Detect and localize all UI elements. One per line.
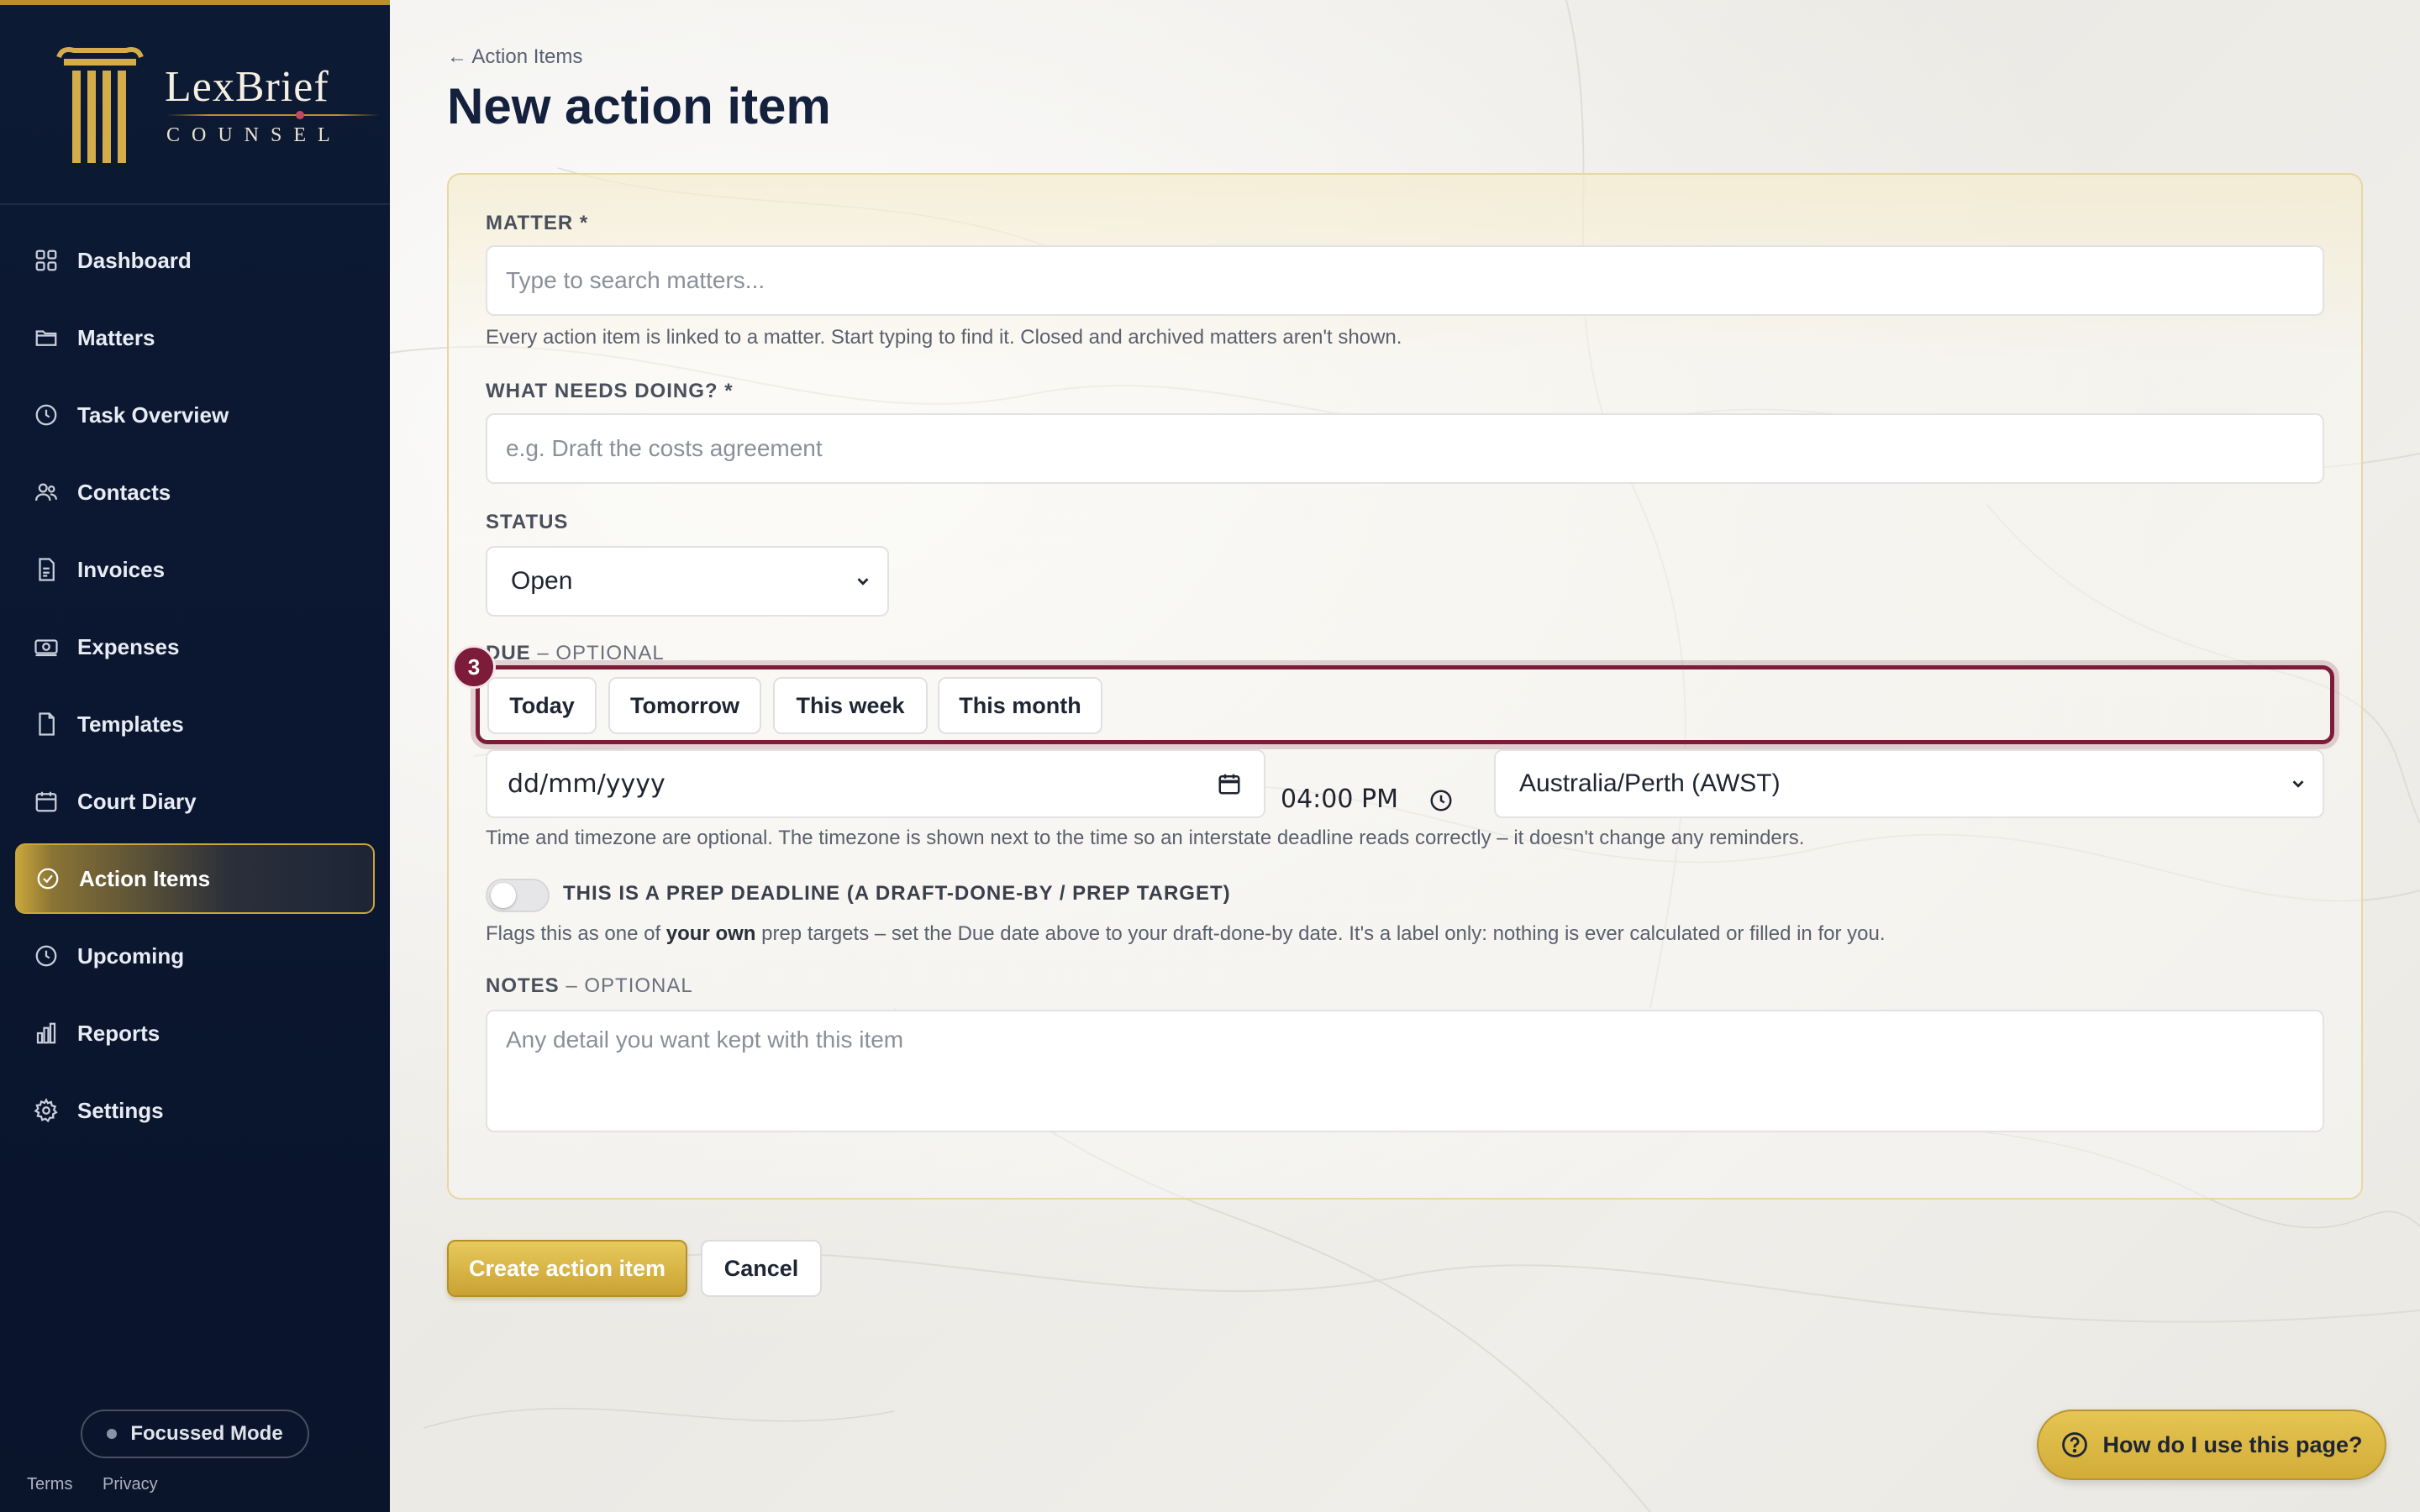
brand-dot [296,111,304,119]
quick-pick-this-month[interactable]: This month [938,677,1102,734]
pillar-logo-icon [56,47,144,163]
sidebar-item-label: Court Diary [77,788,197,814]
brand-subtitle: COUNSEL [166,124,342,146]
create-action-item-button[interactable]: Create action item [447,1240,687,1297]
quick-pick-today[interactable]: Today [487,677,597,734]
prep-deadline-toggle[interactable] [486,879,550,912]
task-label: WHAT NEEDS DOING? * [486,380,734,402]
brand-name: LexBrief [165,63,329,111]
sidebar-item-action-items[interactable]: Action Items [15,843,375,914]
sidebar-item-label: Dashboard [77,247,192,273]
focus-mode-toggle[interactable]: Focussed Mode [81,1410,309,1458]
brand-rule [166,114,380,116]
clock-icon [35,404,57,426]
sidebar-item-label: Settings [77,1097,164,1123]
chevron-down-icon [2292,780,2304,788]
page-title: New action item [447,78,831,134]
cancel-button[interactable]: Cancel [701,1240,822,1297]
sidebar: LexBrief COUNSEL Dashboard Matters Task … [0,0,390,1512]
brand-logo-block[interactable]: LexBrief COUNSEL [54,42,380,176]
sidebar-item-label: Action Items [79,865,211,891]
privacy-link[interactable]: Privacy [103,1475,158,1494]
timezone-value: Australia/Perth (AWST) [1519,769,1781,797]
calendar-icon [1218,774,1240,795]
status-select[interactable]: Open [486,546,889,617]
notes-label: NOTES – OPTIONAL [486,974,693,998]
quick-pick-this-week[interactable]: This week [773,677,928,734]
matter-search-input[interactable]: Type to search matters... [486,245,2324,316]
question-circle-icon [2062,1432,2088,1457]
sidebar-item-dashboard[interactable]: Dashboard [15,225,375,296]
prep-deadline-label: THIS IS A PREP DEADLINE (A DRAFT-DONE-BY… [563,882,1231,905]
matter-help-text: Every action item is linked to a matter.… [486,326,1402,349]
sidebar-item-label: Expenses [77,633,180,659]
focus-mode-label: Focussed Mode [130,1422,283,1445]
status-value: Open [511,567,573,595]
sidebar-nav: Dashboard Matters Task Overview Contacts… [15,225,375,1152]
due-time-input[interactable]: 04:00 PM [1281,785,1398,814]
clock-icon [35,945,57,967]
status-label: STATUS [486,511,569,533]
sidebar-item-settings[interactable]: Settings [15,1075,375,1146]
gear-icon [34,1098,58,1123]
notes-label-text: NOTES [486,974,560,997]
due-label: DUE – OPTIONAL [486,642,665,665]
help-button[interactable]: How do I use this page? [2037,1410,2386,1480]
banknote-icon [34,639,58,657]
sidebar-item-label: Invoices [77,556,166,582]
clock-icon[interactable] [1428,788,1454,813]
task-input[interactable]: e.g. Draft the costs agreement [486,413,2324,484]
sidebar-item-matters[interactable]: Matters [15,302,375,373]
sidebar-item-label: Upcoming [77,942,185,969]
notes-optional-text: – OPTIONAL [566,974,693,997]
prep-help-post: prep targets – set the Due date above to… [755,922,1886,945]
sidebar-item-label: Contacts [77,479,171,505]
date-placeholder: dd/mm/yyyy [508,769,666,799]
bar-chart-icon [36,1022,56,1044]
check-circle-icon [37,868,59,890]
sidebar-item-label: Templates [77,711,184,737]
sidebar-item-invoices[interactable]: Invoices [15,534,375,605]
prep-help-text: Flags this as one of your own prep targe… [486,922,1886,946]
breadcrumb[interactable]: ← Action Items [447,45,582,69]
users-icon [35,483,57,501]
task-placeholder: e.g. Draft the costs agreement [506,435,823,461]
terms-link[interactable]: Terms [27,1475,72,1494]
prep-help-bold: your own [666,922,756,945]
sidebar-item-label: Task Overview [77,402,229,428]
sidebar-item-label: Reports [77,1020,160,1046]
sidebar-item-label: Matters [77,324,155,350]
toggle-knob [491,883,516,908]
sidebar-item-expenses[interactable]: Expenses [15,612,375,682]
due-help-text: Time and timezone are optional. The time… [486,827,1805,849]
calendar-icon [35,791,57,812]
sidebar-item-court-diary[interactable]: Court Diary [15,766,375,837]
timezone-select[interactable]: Australia/Perth (AWST) [1494,749,2324,818]
folder-icon [35,330,57,346]
status-dot-icon [107,1429,118,1439]
sidebar-item-reports[interactable]: Reports [15,998,375,1068]
invoice-icon [39,558,55,581]
document-icon [39,712,55,736]
due-optional-text: – OPTIONAL [537,642,665,664]
help-button-label: How do I use this page? [2102,1431,2363,1457]
prep-help-pre: Flags this as one of [486,922,666,945]
notes-placeholder: Any detail you want kept with this item [506,1026,904,1053]
notes-textarea[interactable]: Any detail you want kept with this item [486,1010,2324,1132]
sidebar-item-task-overview[interactable]: Task Overview [15,380,375,450]
sidebar-divider [0,203,390,205]
due-date-input[interactable]: dd/mm/yyyy [486,749,1265,818]
matter-placeholder: Type to search matters... [506,267,765,293]
sidebar-item-templates[interactable]: Templates [15,689,375,759]
quick-pick-tomorrow[interactable]: Tomorrow [608,677,761,734]
footer-links: Terms Privacy [27,1475,183,1494]
chevron-down-icon [857,578,869,585]
sidebar-item-upcoming[interactable]: Upcoming [15,921,375,991]
sidebar-item-contacts[interactable]: Contacts [15,457,375,528]
matter-label: MATTER * [486,212,589,234]
dashboard-grid-icon [35,249,57,271]
